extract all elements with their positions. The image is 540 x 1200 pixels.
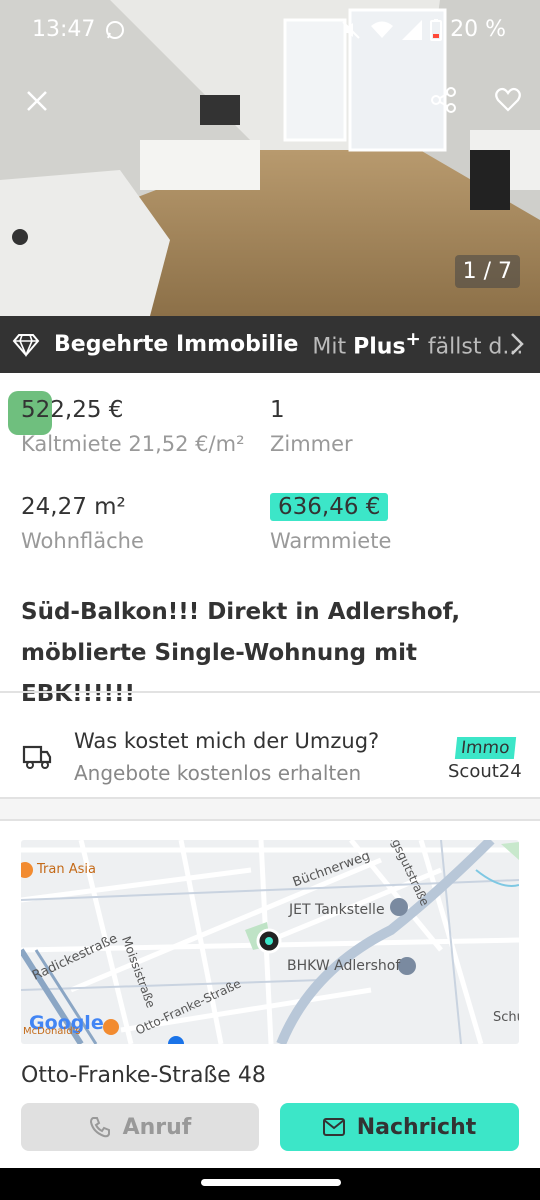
contact-bar: Anruf Nachricht	[0, 1090, 540, 1168]
warm-rent-value: 636,46 €	[270, 493, 389, 521]
share-icon[interactable]	[430, 86, 458, 114]
listing-address: Otto-Franke-Straße 48	[21, 1063, 266, 1088]
divider	[0, 819, 540, 821]
map-label-mcdonalds: McDonald's	[23, 1026, 81, 1037]
status-time: 13:47	[32, 17, 96, 42]
call-button-label: Anruf	[122, 1114, 192, 1140]
battery-icon	[430, 18, 443, 41]
map-label-bhkw: BHKW Adlershof	[287, 958, 401, 974]
message-button[interactable]: Nachricht	[280, 1103, 519, 1151]
diamond-icon	[12, 333, 40, 357]
banner-label: Begehrte Immobilie	[54, 332, 299, 357]
warm-rent-label: Warmmiete	[270, 529, 392, 553]
listing-photo[interactable]: 13:47 20 % 1 / 7	[0, 0, 540, 316]
premium-banner[interactable]: Begehrte Immobilie Mit Plus+ fällst d...	[0, 316, 540, 373]
banner-promo: Mit Plus+ fällst d...	[312, 329, 524, 360]
rooms: 1 Zimmer	[270, 397, 353, 456]
cold-rent-label: Kaltmiete 21,52 €/m²	[21, 432, 245, 456]
phone-icon	[89, 1117, 110, 1138]
living-area: 24,27 m² Wohnfläche	[21, 494, 144, 553]
immoscout-logo: Immo Scout24	[448, 737, 522, 782]
divider	[0, 691, 540, 693]
message-button-label: Nachricht	[356, 1114, 477, 1140]
moving-cost-offer[interactable]: Was kostet mich der Umzug? Angebote kost…	[0, 715, 540, 797]
rooms-value: 1	[270, 397, 285, 423]
listing-title: Süd-Balkon!!! Direkt in Adlershof, möbli…	[21, 599, 461, 707]
heart-icon[interactable]	[494, 86, 522, 114]
wifi-icon	[371, 21, 394, 38]
system-nav-bar	[0, 1168, 540, 1200]
chevron-right-icon	[511, 333, 524, 355]
area-label: Wohnfläche	[21, 529, 144, 553]
warm-rent: 636,46 € Warmmiete	[270, 493, 392, 553]
signal-icon	[402, 19, 423, 40]
home-gesture-handle[interactable]	[201, 1179, 341, 1186]
map-label-tran-asia: Tran Asia	[37, 862, 96, 877]
rooms-label: Zimmer	[270, 432, 353, 456]
moving-subtitle: Angebote kostenlos erhalten	[74, 761, 362, 785]
close-icon[interactable]	[24, 88, 50, 114]
moving-question: Was kostet mich der Umzug?	[74, 729, 380, 753]
battery-level: 20 %	[450, 17, 506, 42]
status-bar: 13:47 20 %	[0, 0, 540, 62]
photo-counter: 1 / 7	[454, 255, 520, 288]
mail-icon	[322, 1118, 345, 1136]
whatsapp-icon	[106, 21, 124, 39]
section-gap	[0, 799, 540, 819]
area-value: 24,27 m²	[21, 494, 126, 520]
truck-icon	[22, 745, 52, 769]
map-label-jet: JET Tankstelle	[289, 902, 385, 918]
cold-rent: 522,25 € Kaltmiete 21,52 €/m²	[21, 397, 244, 456]
call-button[interactable]: Anruf	[21, 1103, 259, 1151]
map-label-schu: Schu	[493, 1010, 519, 1025]
location-map[interactable]: Tran Asia Büchnerweg JET Tankstelle Radi…	[21, 840, 519, 1044]
cold-rent-value: 522,25 €	[21, 397, 124, 423]
mute-icon	[342, 20, 360, 39]
